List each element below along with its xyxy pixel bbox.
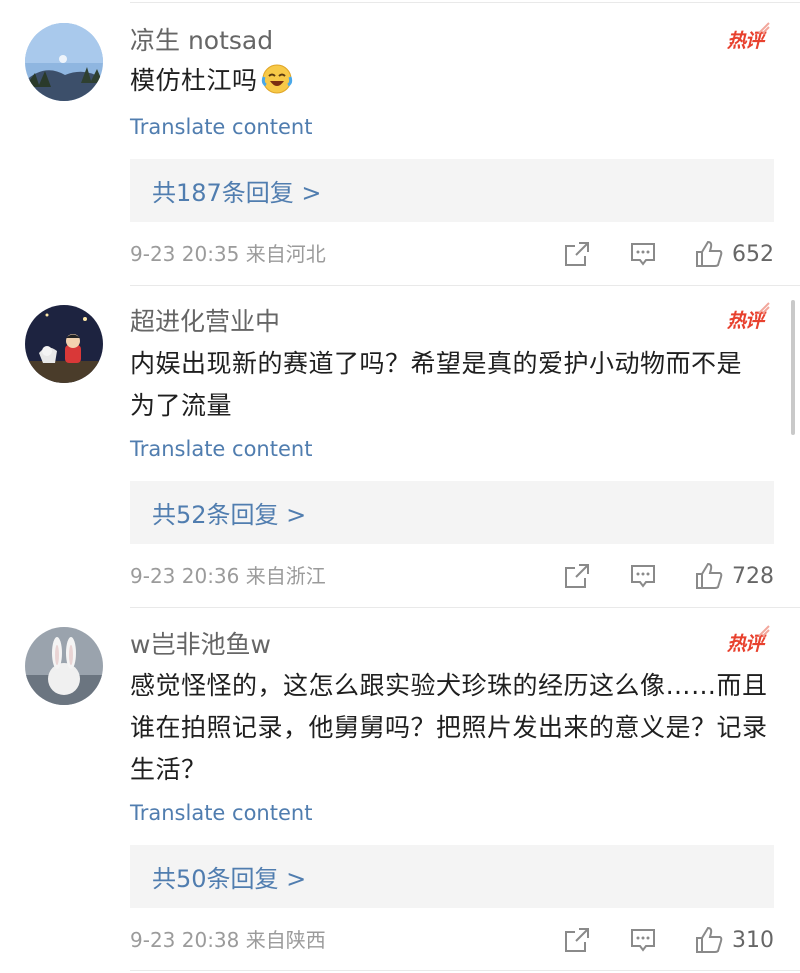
comment-icon[interactable] bbox=[628, 561, 658, 591]
scrollbar[interactable] bbox=[791, 300, 795, 435]
action-bar: 310 bbox=[562, 925, 774, 955]
replies-label: 共50条回复 > bbox=[152, 865, 307, 893]
like-count: 652 bbox=[732, 241, 774, 267]
replies-button[interactable]: 共50条回复 > bbox=[130, 845, 774, 908]
like-icon[interactable] bbox=[694, 925, 724, 955]
comment-icon[interactable] bbox=[628, 925, 658, 955]
divider bbox=[130, 2, 800, 3]
hot-comment-badge: 热评 bbox=[727, 22, 770, 52]
comment-text: 模仿杜江吗 bbox=[130, 60, 780, 102]
comment-text-content: 模仿杜江吗 bbox=[130, 66, 258, 95]
username[interactable]: 凉生 notsad bbox=[130, 26, 273, 56]
laughing-crying-emoji-icon bbox=[261, 64, 292, 94]
like-count: 728 bbox=[732, 563, 774, 589]
action-bar: 652 bbox=[562, 239, 774, 269]
hot-comment-badge: 热评 bbox=[727, 302, 770, 332]
comment-icon[interactable] bbox=[628, 239, 658, 269]
comment-feed: { "comments": [ { "username": "凉生 notsad… bbox=[0, 0, 800, 973]
like-icon[interactable] bbox=[694, 561, 724, 591]
action-bar: 728 bbox=[562, 561, 774, 591]
username[interactable]: w岂非池鱼w bbox=[130, 630, 271, 660]
time-location: 9-23 20:38 来自陕西 bbox=[130, 928, 326, 952]
time-location: 9-23 20:36 来自浙江 bbox=[130, 564, 326, 588]
hot-comment-badge: 热评 bbox=[727, 625, 770, 655]
divider bbox=[130, 607, 800, 608]
divider bbox=[130, 285, 800, 286]
replies-label: 共187条回复 > bbox=[152, 179, 322, 207]
like-count: 310 bbox=[732, 927, 774, 953]
avatar[interactable] bbox=[25, 305, 103, 383]
flare-icon bbox=[758, 302, 770, 314]
divider bbox=[130, 970, 800, 971]
time-location: 9-23 20:35 来自河北 bbox=[130, 242, 326, 266]
flare-icon bbox=[758, 22, 770, 34]
avatar[interactable] bbox=[25, 627, 103, 705]
share-icon[interactable] bbox=[562, 239, 592, 269]
flare-icon bbox=[758, 625, 770, 637]
replies-label: 共52条回复 > bbox=[152, 501, 307, 529]
replies-button[interactable]: 共187条回复 > bbox=[130, 159, 774, 222]
replies-button[interactable]: 共52条回复 > bbox=[130, 481, 774, 544]
comment-text: 感觉怪怪的，这怎么跟实验犬珍珠的经历这么像……而且谁在拍照记录，他舅舅吗？把照片… bbox=[130, 671, 768, 784]
avatar[interactable] bbox=[25, 23, 103, 101]
translate-link[interactable]: Translate content bbox=[130, 114, 312, 140]
comment-text: 内娱出现新的赛道了吗？希望是真的爱护小动物而不是为了流量 bbox=[130, 349, 743, 420]
share-icon[interactable] bbox=[562, 925, 592, 955]
translate-link[interactable]: Translate content bbox=[130, 436, 312, 462]
like-icon[interactable] bbox=[694, 239, 724, 269]
share-icon[interactable] bbox=[562, 561, 592, 591]
translate-link[interactable]: Translate content bbox=[130, 800, 312, 826]
username[interactable]: 超进化营业中 bbox=[130, 307, 280, 337]
